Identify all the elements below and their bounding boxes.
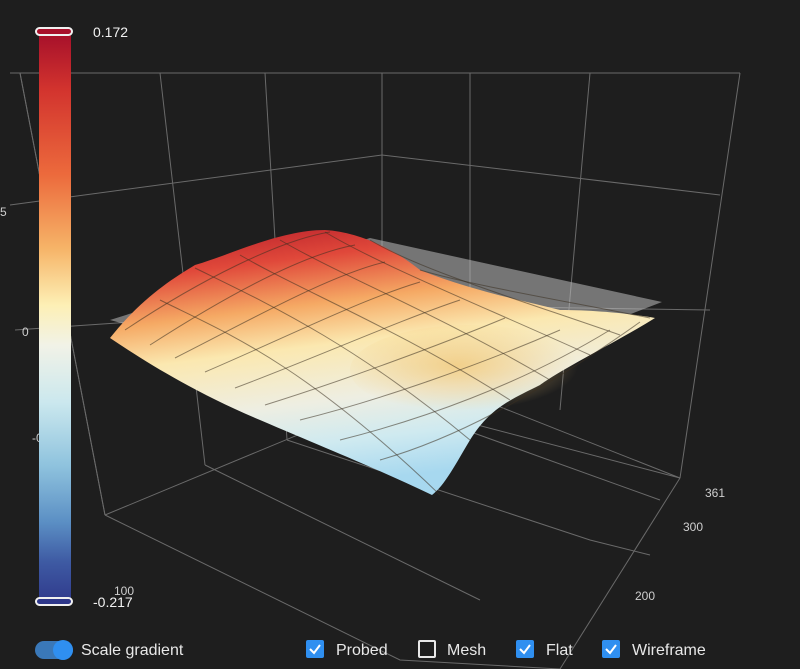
z-tick-label: 0 <box>22 325 29 339</box>
mesh-label: Mesh <box>447 642 487 659</box>
flat-checkbox[interactable] <box>516 640 534 658</box>
wireframe-label: Wireframe <box>632 642 706 659</box>
mesh-plot-3d[interactable]: 5 0 -0 361 300 200 100 <box>0 0 800 669</box>
wireframe-checkbox[interactable] <box>602 640 620 658</box>
y-tick-label: 300 <box>683 520 703 534</box>
probed-label: Probed <box>336 642 388 659</box>
scale-gradient-label: Scale gradient <box>81 642 184 659</box>
scale-min-label: -0.217 <box>93 594 133 610</box>
mesh-checkbox[interactable] <box>418 640 436 658</box>
probed-checkbox[interactable] <box>306 640 324 658</box>
view-options-toolbar: Scale gradient Probed Mesh Flat Wirefram… <box>0 636 800 666</box>
scale-min-handle[interactable] <box>35 597 73 606</box>
flat-label: Flat <box>546 642 573 659</box>
checkmark-icon <box>605 644 617 655</box>
scale-gradient-toggle[interactable] <box>35 640 73 660</box>
color-scale-bar <box>39 32 71 602</box>
toggle-knob <box>53 640 73 660</box>
scale-max-label: 0.172 <box>93 24 129 40</box>
y-tick-label: 200 <box>635 589 655 603</box>
z-tick-label: 5 <box>0 205 7 219</box>
scale-max-handle[interactable] <box>35 27 73 36</box>
checkmark-icon <box>519 644 531 655</box>
y-tick-label: 361 <box>705 486 725 500</box>
checkmark-icon <box>309 644 321 655</box>
